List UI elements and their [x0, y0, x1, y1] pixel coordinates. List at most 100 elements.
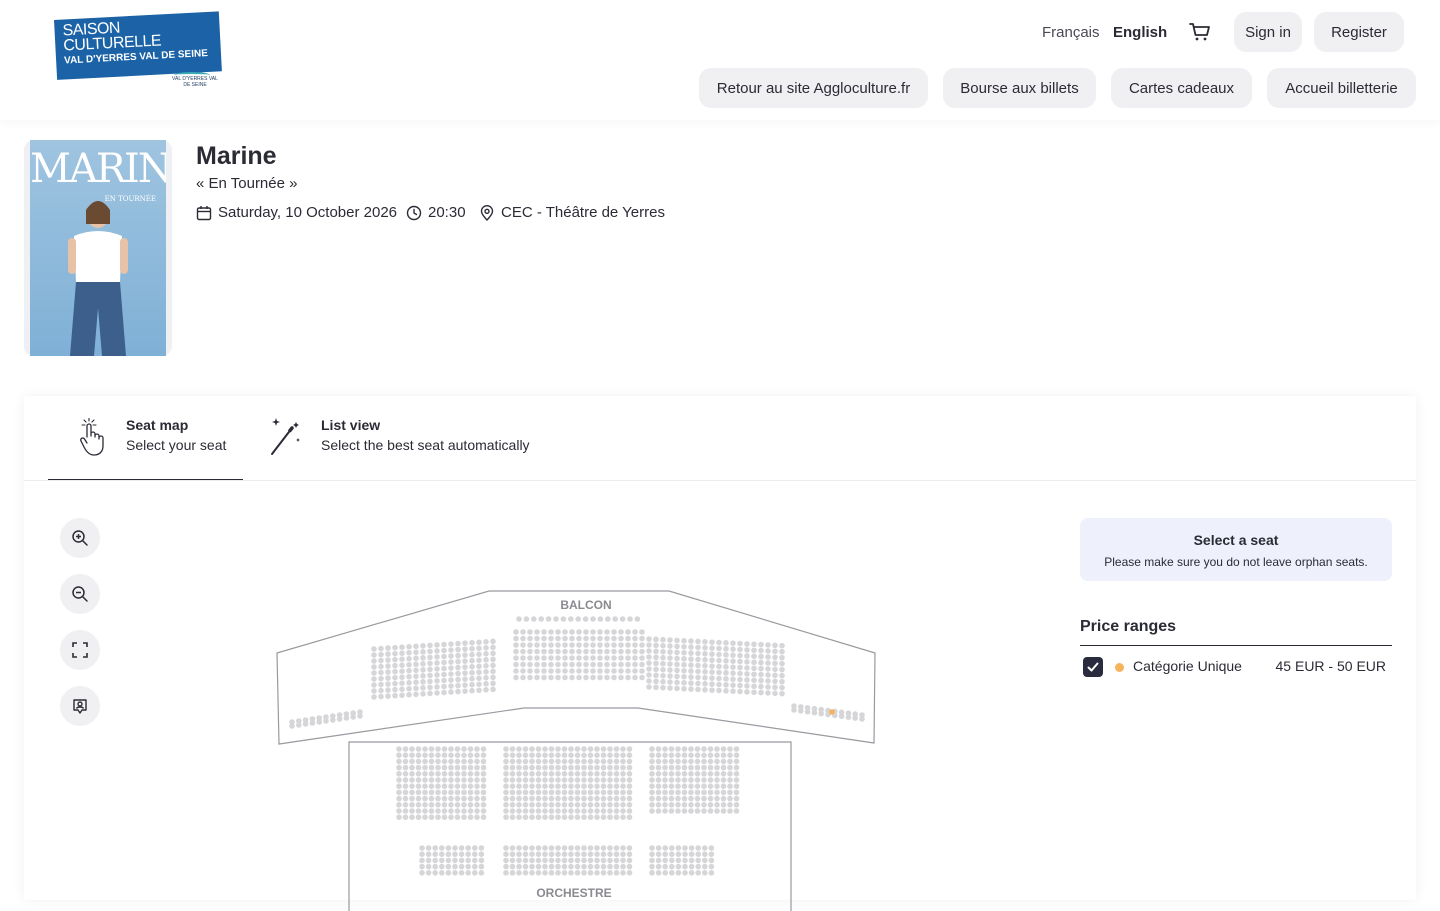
seat[interactable] — [675, 752, 681, 758]
seat[interactable] — [402, 789, 409, 796]
fullscreen-button[interactable] — [60, 630, 100, 670]
seat[interactable] — [594, 870, 600, 876]
seat[interactable] — [737, 670, 743, 677]
seat[interactable] — [428, 808, 435, 814]
seat[interactable] — [455, 670, 461, 677]
seat[interactable] — [357, 713, 363, 719]
seat[interactable] — [668, 789, 675, 796]
seat[interactable] — [441, 783, 448, 789]
seat[interactable] — [474, 758, 480, 765]
seat[interactable] — [452, 870, 458, 876]
seat[interactable] — [529, 808, 535, 814]
seat[interactable] — [413, 643, 419, 650]
seat[interactable] — [371, 682, 377, 688]
seat[interactable] — [490, 656, 496, 663]
seat[interactable] — [462, 646, 468, 652]
seat[interactable] — [476, 681, 482, 688]
seat[interactable] — [587, 851, 594, 857]
seat[interactable] — [730, 664, 736, 670]
seat[interactable] — [653, 654, 659, 661]
language-english-link[interactable]: English — [1113, 24, 1167, 41]
seat[interactable] — [574, 814, 581, 820]
seat[interactable] — [448, 689, 454, 695]
seat[interactable] — [611, 668, 617, 674]
seat[interactable] — [765, 648, 771, 654]
seat[interactable] — [619, 616, 626, 622]
seat[interactable] — [720, 752, 727, 758]
seat[interactable] — [415, 777, 422, 783]
seat[interactable] — [434, 642, 440, 648]
seat[interactable] — [681, 661, 687, 668]
seat[interactable] — [448, 771, 454, 777]
seat[interactable] — [422, 752, 428, 758]
seat[interactable] — [639, 648, 645, 655]
seat[interactable] — [720, 789, 727, 796]
seat[interactable] — [625, 668, 631, 674]
seat[interactable] — [467, 764, 474, 771]
seat[interactable] — [561, 758, 568, 765]
seat[interactable] — [535, 783, 542, 789]
seat[interactable] — [611, 642, 617, 648]
seat[interactable] — [409, 758, 415, 765]
seat[interactable] — [779, 660, 785, 667]
seat[interactable] — [688, 752, 694, 758]
seat[interactable] — [458, 863, 465, 870]
seat[interactable] — [569, 648, 575, 655]
seat[interactable] — [516, 863, 522, 870]
seat[interactable] — [509, 845, 516, 851]
seat[interactable] — [649, 752, 655, 758]
seat[interactable] — [531, 616, 537, 622]
seat[interactable] — [371, 694, 377, 700]
seat[interactable] — [646, 660, 652, 666]
seat[interactable] — [392, 656, 398, 663]
seat[interactable] — [441, 665, 447, 672]
seat[interactable] — [574, 845, 581, 851]
seat[interactable] — [620, 808, 626, 814]
seat[interactable] — [707, 802, 714, 808]
seat[interactable] — [462, 664, 468, 670]
seat[interactable] — [655, 764, 662, 771]
seat[interactable] — [378, 687, 384, 694]
seat[interactable] — [428, 771, 435, 777]
seat[interactable] — [668, 764, 675, 771]
seat[interactable] — [474, 814, 480, 820]
seat[interactable] — [542, 851, 548, 857]
seat[interactable] — [490, 650, 496, 657]
seat[interactable] — [649, 845, 655, 851]
seat[interactable] — [733, 783, 740, 789]
seat[interactable] — [607, 795, 613, 802]
seat[interactable] — [714, 802, 720, 808]
seat[interactable] — [402, 771, 409, 777]
seat[interactable] — [434, 684, 440, 690]
seat[interactable] — [727, 752, 733, 758]
seat[interactable] — [751, 659, 757, 666]
seat[interactable] — [660, 660, 666, 667]
seat[interactable] — [581, 857, 587, 864]
seat[interactable] — [714, 777, 720, 783]
seat[interactable] — [716, 669, 722, 676]
seat[interactable] — [723, 688, 729, 694]
seat[interactable] — [660, 648, 666, 655]
seat[interactable] — [620, 814, 626, 820]
seat[interactable] — [409, 752, 415, 758]
seat[interactable] — [688, 870, 695, 876]
seat[interactable] — [620, 857, 626, 864]
seat[interactable] — [474, 789, 480, 796]
seat[interactable] — [522, 777, 529, 783]
seat[interactable] — [600, 851, 607, 857]
seat[interactable] — [396, 814, 402, 820]
seat[interactable] — [461, 752, 467, 758]
seat[interactable] — [714, 758, 720, 765]
seat[interactable] — [702, 681, 708, 687]
seat[interactable] — [385, 675, 391, 681]
seat[interactable] — [620, 863, 626, 870]
seat[interactable] — [371, 652, 377, 658]
seat[interactable] — [607, 851, 613, 857]
seat[interactable] — [626, 758, 633, 765]
seat[interactable] — [655, 857, 662, 864]
seat[interactable] — [765, 654, 771, 660]
seat[interactable] — [587, 808, 594, 814]
seat[interactable] — [428, 802, 435, 808]
seat[interactable] — [723, 658, 729, 664]
seat[interactable] — [716, 675, 722, 682]
